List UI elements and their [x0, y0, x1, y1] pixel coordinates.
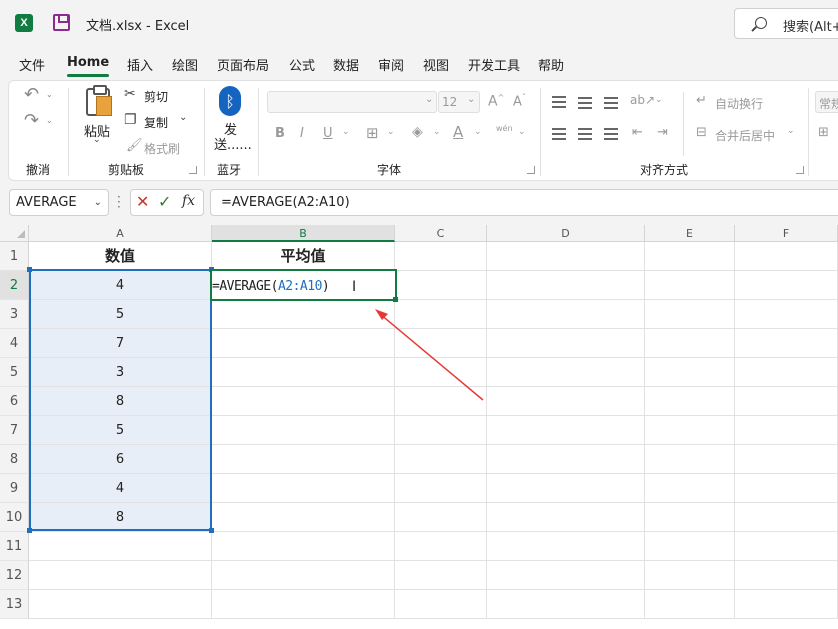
wrap-text-icon[interactable]: ↵: [696, 93, 707, 108]
copy-icon[interactable]: ❐: [124, 112, 137, 128]
active-tab-indicator: [67, 74, 109, 77]
excel-logo-icon: X: [15, 14, 33, 32]
name-box-chevron-icon[interactable]: ⌄: [94, 197, 102, 208]
format-painter-icon[interactable]: 🖌: [126, 138, 143, 153]
font-name-dropdown[interactable]: [267, 91, 437, 113]
number-format-value: 常规: [819, 97, 838, 111]
merge-center-button[interactable]: 合并后居中: [715, 127, 775, 144]
more-options-icon[interactable]: · · ·: [117, 191, 121, 213]
align-right-icon[interactable]: [604, 128, 618, 140]
annotation-arrow: [375, 309, 484, 401]
font-size-value: 12: [442, 95, 458, 109]
accounting-format-icon[interactable]: ⊞: [818, 125, 829, 140]
tab-developer[interactable]: 开发工具: [468, 55, 520, 74]
worksheet-grid[interactable]: A B C D E F 1 2 3 4 5 6 7 8 9 10 11 12 1…: [0, 225, 838, 629]
fill-color-dropdown-icon[interactable]: ⌄: [433, 127, 441, 137]
borders-icon[interactable]: ⊞: [366, 124, 379, 142]
underline-dropdown-icon[interactable]: ⌄: [342, 127, 350, 137]
orientation-icon[interactable]: ab↗: [630, 93, 655, 107]
cancel-icon[interactable]: ✕: [136, 192, 149, 211]
ribbon-separator: [258, 88, 259, 176]
alignment-launcher-icon[interactable]: [796, 166, 804, 174]
italic-icon[interactable]: I: [300, 126, 304, 141]
phonetic-dropdown-icon[interactable]: ⌄: [518, 127, 526, 137]
merge-center-icon[interactable]: ⊟: [696, 125, 707, 140]
fill-color-icon[interactable]: ◈: [412, 124, 423, 140]
search-icon: [755, 17, 767, 29]
merge-dropdown-icon[interactable]: ⌄: [787, 126, 795, 136]
bluetooth-icon[interactable]: ᛒ: [219, 86, 241, 116]
tab-insert[interactable]: 插入: [127, 55, 153, 74]
increase-indent-icon[interactable]: ⇥: [657, 125, 668, 140]
redo-dropdown-icon[interactable]: ⌄: [46, 116, 53, 125]
cut-icon[interactable]: ✂: [124, 86, 136, 102]
font-group-label: 字体: [377, 163, 402, 177]
document-title: 文档.xlsx - Excel: [86, 19, 190, 34]
wrap-text-button[interactable]: 自动换行: [715, 95, 763, 112]
copy-button[interactable]: 复制: [144, 114, 168, 131]
tab-draw[interactable]: 绘图: [172, 55, 198, 74]
bold-icon[interactable]: B: [275, 126, 285, 141]
align-left-icon[interactable]: [552, 128, 566, 140]
clipboard-group-label: 剪贴板: [108, 163, 145, 177]
font-color-dropdown-icon[interactable]: ⌄: [474, 127, 482, 137]
search-text: 搜索(Alt+Q): [783, 20, 838, 35]
alignment-group-label: 对齐方式: [640, 163, 689, 177]
name-box[interactable]: AVERAGE ⌄: [9, 189, 109, 216]
ribbon-separator: [68, 88, 69, 176]
shrink-font-icon[interactable]: Aˇ: [513, 93, 526, 109]
tab-view[interactable]: 视图: [423, 55, 449, 74]
tab-data[interactable]: 数据: [333, 55, 359, 74]
tab-review[interactable]: 审阅: [378, 55, 404, 74]
decrease-indent-icon[interactable]: ⇤: [632, 125, 643, 140]
copy-dropdown-icon[interactable]: ⌄: [179, 112, 187, 123]
bluetooth-group-label: 蓝牙: [217, 163, 242, 177]
tab-home[interactable]: Home: [67, 55, 109, 70]
bluetooth-send-label-2[interactable]: 送......: [214, 134, 252, 153]
font-size-chevron-icon: ⌄: [467, 94, 476, 105]
save-icon[interactable]: [53, 14, 70, 31]
undo-group-label: 撤消: [26, 163, 51, 177]
undo-icon[interactable]: ↶: [24, 84, 39, 105]
format-painter-button[interactable]: 格式刷: [144, 140, 180, 157]
search-box[interactable]: 搜索(Alt+Q): [734, 8, 838, 39]
tab-help[interactable]: 帮助: [538, 55, 564, 74]
name-box-value: AVERAGE: [16, 195, 77, 210]
formula-input[interactable]: =AVERAGE(A2:A10): [210, 189, 838, 216]
title-bar: X 文档.xlsx - Excel 搜索(Alt+Q): [0, 0, 838, 48]
ribbon-separator: [540, 88, 541, 176]
menu-bar: 文件 Home 插入 绘图 页面布局 公式 数据 审阅 视图 开发工具 帮助: [0, 48, 838, 78]
ribbon-separator: [808, 88, 809, 176]
align-bottom-icon[interactable]: [604, 97, 618, 109]
enter-icon[interactable]: ✓: [158, 192, 171, 211]
borders-dropdown-icon[interactable]: ⌄: [387, 127, 395, 137]
align-middle-icon[interactable]: [578, 97, 592, 109]
font-launcher-icon[interactable]: [527, 166, 535, 174]
undo-dropdown-icon[interactable]: ⌄: [46, 90, 53, 99]
paste-dropdown-icon[interactable]: ⌄: [93, 135, 101, 145]
grow-font-icon[interactable]: A^: [488, 93, 504, 110]
paste-icon[interactable]: [86, 85, 112, 116]
orientation-dropdown-icon[interactable]: ⌄: [655, 95, 663, 105]
tab-file[interactable]: 文件: [19, 55, 45, 74]
tab-page-layout[interactable]: 页面布局: [217, 55, 269, 74]
ribbon-separator: [683, 92, 684, 156]
align-center-icon[interactable]: [578, 128, 592, 140]
font-name-chevron-icon: ⌄: [425, 94, 434, 105]
font-color-icon[interactable]: A: [453, 123, 463, 141]
formula-text: =AVERAGE(A2:A10): [221, 195, 350, 210]
underline-icon[interactable]: U: [323, 126, 333, 141]
ribbon-separator: [204, 88, 205, 176]
insert-function-icon[interactable]: fx: [182, 193, 195, 209]
formula-bar: AVERAGE ⌄ · · · ✕ ✓ fx =AVERAGE(A2:A10): [0, 186, 838, 220]
cut-button[interactable]: 剪切: [144, 88, 168, 105]
clipboard-launcher-icon[interactable]: [189, 166, 197, 174]
redo-icon[interactable]: ↷: [24, 110, 39, 131]
align-top-icon[interactable]: [552, 96, 566, 108]
phonetic-guide-icon[interactable]: wén: [496, 124, 513, 133]
tab-formulas[interactable]: 公式: [289, 55, 315, 74]
